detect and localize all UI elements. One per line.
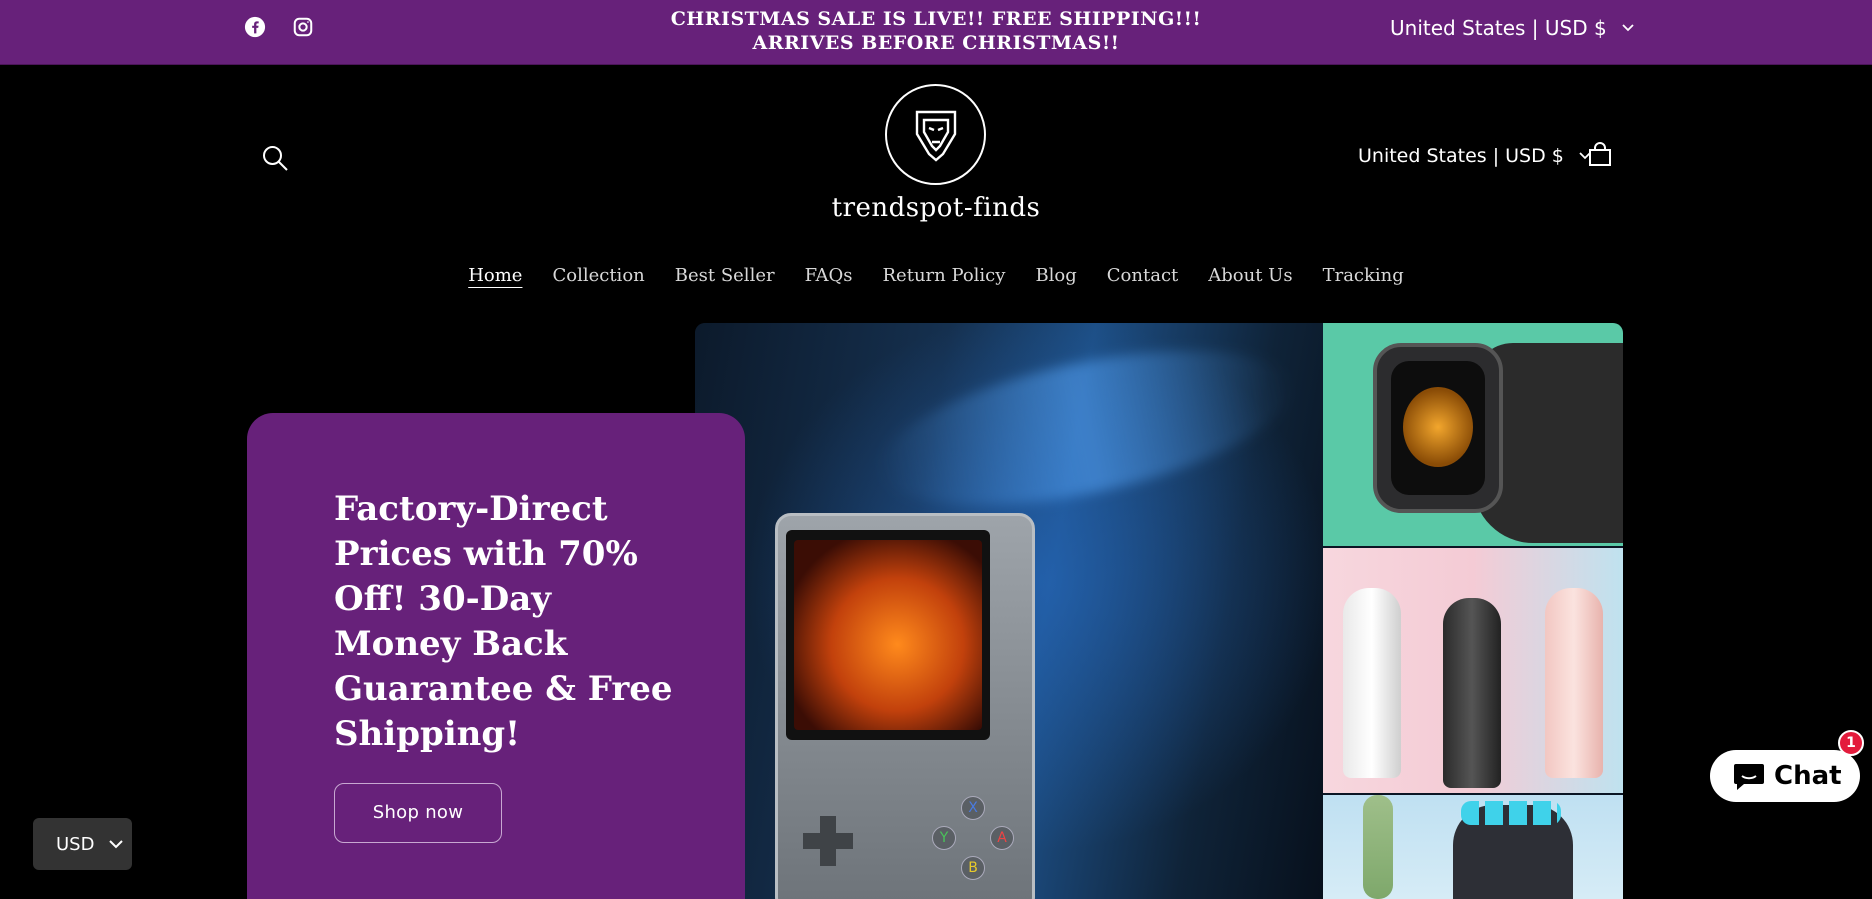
header-currency-selector[interactable]: United States | USD $ [1358,145,1592,167]
race-car-screen [794,540,982,730]
announcement-bar: CHRISTMAS SALE IS LIVE!! FREE SHIPPING!!… [0,0,1872,65]
game-console: X Y A B [775,513,1035,899]
nav-blog[interactable]: Blog [1035,265,1076,286]
nav-about-us[interactable]: About Us [1208,265,1292,286]
lion-icon [915,110,957,162]
search-icon[interactable] [260,143,290,173]
smartwatch-image [1323,323,1623,546]
handheld-console-image: X Y A B [695,323,1323,899]
announcement-currency-label: United States | USD $ [1390,16,1607,40]
nav-home[interactable]: Home [468,265,522,286]
hero-promo-card: Factory-Direct Prices with 70% Off! 30-D… [247,413,745,899]
hair-curler-image [1323,548,1623,793]
nav-faqs[interactable]: FAQs [805,265,853,286]
console-button-a: A [990,826,1014,850]
nav-tracking[interactable]: Tracking [1323,265,1404,286]
main-nav: Home Collection Best Seller FAQs Return … [0,265,1872,286]
chat-bubble-icon [1734,764,1764,790]
chevron-down-icon [1622,24,1634,32]
cart-icon[interactable] [1586,141,1614,169]
brand-logo[interactable] [885,84,986,185]
hero-image: X Y A B [695,323,1623,899]
console-button-x: X [961,796,985,820]
dpad-icon [803,816,853,866]
currency-selector[interactable]: USD [33,818,132,870]
product-thumbnails [1323,323,1623,899]
nav-contact[interactable]: Contact [1107,265,1178,286]
chat-notification-badge: 1 [1838,730,1864,756]
header-currency-label: United States | USD $ [1358,145,1564,167]
console-buttons: X Y A B [928,796,1018,886]
shop-now-button[interactable]: Shop now [334,783,502,843]
chat-label: Chat [1774,761,1842,791]
nav-best-seller[interactable]: Best Seller [675,265,775,286]
nav-return-policy[interactable]: Return Policy [883,265,1006,286]
hero-title: Factory-Direct Prices with 70% Off! 30-D… [334,489,673,754]
console-button-y: Y [932,826,956,850]
console-button-b: B [961,856,985,880]
currency-selector-value: USD [56,833,95,855]
chevron-down-icon [109,840,124,849]
glove-image [1323,795,1623,899]
chat-button[interactable]: Chat [1710,750,1860,802]
brand-name[interactable]: trendspot-finds [0,193,1872,223]
nav-collection[interactable]: Collection [552,265,644,286]
site-header: trendspot-finds United States | USD $ Ho… [0,65,1872,315]
announcement-currency-selector[interactable]: United States | USD $ [1390,16,1635,40]
